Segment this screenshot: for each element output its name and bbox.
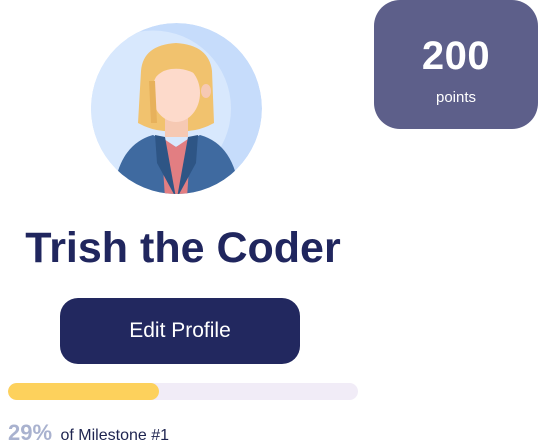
points-label: points: [435, 89, 477, 106]
profile-page: 200 points Trish the Coder Edit Profile …: [0, 0, 538, 448]
milestone-text: of Milestone #1: [60, 427, 170, 444]
user-name: Trish the Coder: [25, 224, 341, 272]
milestone-caption: 29% of Milestone #1: [8, 420, 169, 448]
points-card: 200 points: [374, 0, 538, 129]
woman-avatar-icon: [91, 23, 262, 194]
milestone-progress-fill: [8, 383, 159, 400]
milestone-percent: 29%: [8, 420, 53, 445]
avatar: [91, 23, 262, 194]
edit-profile-button[interactable]: Edit Profile: [60, 298, 300, 364]
milestone-progress-bar: [8, 383, 358, 400]
points-value: 200: [421, 34, 491, 78]
